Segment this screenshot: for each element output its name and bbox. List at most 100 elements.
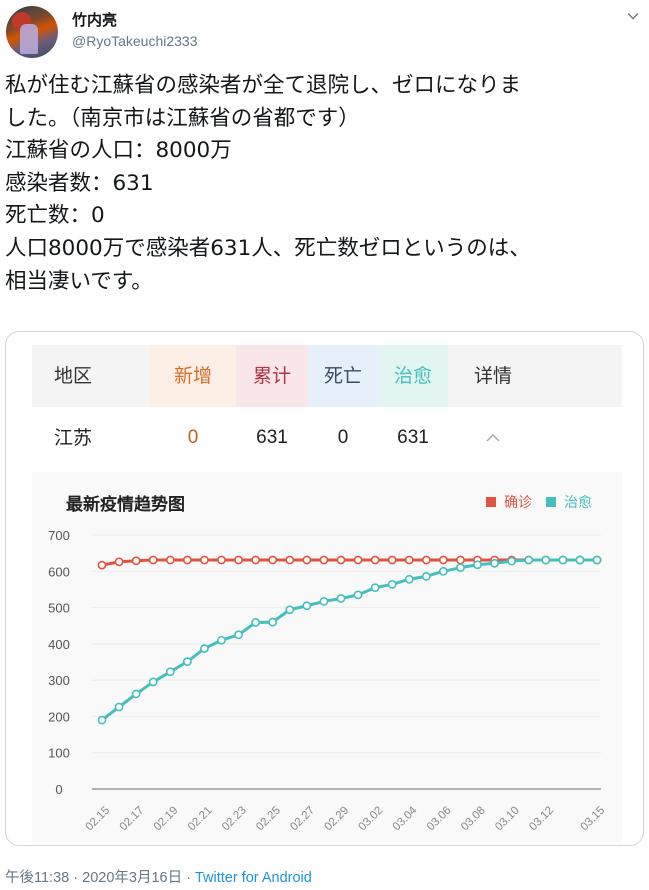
tweet-line: した。（南京市は江蘇省の省都です） (5, 105, 360, 131)
x-tick-label: 03.15 (578, 804, 607, 833)
data-point-confirmed (319, 555, 329, 565)
x-tick-label: 02.25 (254, 804, 283, 833)
tweet-line: 私が住む江蘇省の感染者が全て退院し、ゼロになりま (5, 73, 522, 98)
x-tick-label: 03.04 (391, 804, 420, 833)
data-point-confirmed (438, 555, 448, 565)
data-point-confirmed (456, 555, 465, 565)
data-point-confirmed (234, 555, 243, 565)
data-point-cured (353, 590, 363, 600)
data-point-confirmed (285, 555, 295, 565)
data-point-cured (200, 644, 209, 653)
header-details: 详情 (448, 345, 538, 407)
data-point-cured (421, 571, 431, 581)
y-tick-label: 200 (48, 709, 70, 724)
cell-total: 631 (256, 427, 288, 448)
data-point-confirmed (302, 555, 312, 565)
cell-deaths: 0 (337, 427, 349, 448)
data-point-confirmed (336, 555, 346, 565)
data-point-cured (302, 601, 312, 611)
data-point-cured (336, 594, 346, 603)
y-tick-label: 700 (48, 528, 70, 543)
data-point-confirmed (200, 555, 209, 565)
separator: · (73, 870, 79, 886)
data-point-confirmed (165, 555, 175, 565)
x-tick-label: 02.23 (220, 804, 249, 833)
chevron-down-icon[interactable] (625, 8, 641, 24)
collapse-toggle[interactable] (448, 412, 538, 464)
data-point-cured (524, 555, 534, 565)
table-header: 地区 新增 累计 死亡 治愈 详情 (32, 345, 622, 407)
data-point-cured (507, 556, 517, 566)
header-new: 新增 (150, 345, 236, 407)
data-point-confirmed (251, 555, 261, 565)
x-tick-label: 03.12 (527, 804, 556, 833)
data-point-cured (473, 560, 482, 570)
chevron-up-icon (486, 433, 500, 442)
x-tick-label: 03.10 (493, 804, 522, 833)
y-tick-label: 0 (55, 782, 62, 797)
data-point-confirmed (421, 555, 431, 565)
y-tick-label: 500 (48, 601, 70, 616)
data-point-cured (541, 555, 551, 565)
header-deaths: 死亡 (308, 345, 378, 407)
data-point-cured (387, 579, 397, 589)
chart-plot: 010020030040050060070002.15 02.17 02.19 02.… (48, 528, 607, 833)
x-tick-label: 02.21 (186, 804, 215, 833)
x-tick-label: 02.29 (322, 804, 351, 833)
separator: · (186, 870, 191, 886)
tweet-line: 感染者数：631 (5, 170, 154, 196)
tweet-date[interactable]: 2020年3月16日 (82, 870, 182, 886)
header-total: 累计 (236, 345, 308, 407)
cell-new: 0 (187, 427, 199, 448)
display-name[interactable]: 竹内亮 (72, 9, 117, 30)
tweet-line: 人口8000万で感染者631人、死亡数ゼロというのは、 (5, 235, 531, 261)
x-tick-label: 02.27 (288, 804, 317, 833)
x-tick-label: 03.06 (425, 804, 454, 833)
user-handle[interactable]: @RyoTakeuchi2333 (72, 33, 198, 49)
attached-image[interactable]: 地区 新增 累计 死亡 治愈 详情 江苏 0 631 0 631 最新疫情趋势图… (5, 331, 644, 846)
x-tick-label: 03.08 (459, 804, 488, 833)
data-point-cured (148, 677, 158, 687)
data-point-cured (182, 657, 192, 667)
data-point-confirmed (148, 555, 158, 565)
tweet-time[interactable]: 午後11:38 (5, 870, 69, 886)
data-point-cured (592, 555, 602, 565)
data-point-confirmed (353, 555, 363, 565)
avatar-figure (20, 24, 38, 54)
x-tick-label: 02.15 (83, 804, 112, 833)
data-point-cured (558, 555, 568, 565)
cell-cured: 631 (397, 427, 429, 448)
data-point-cured (285, 605, 295, 615)
data-point-cured (217, 635, 226, 645)
data-point-confirmed (387, 555, 397, 565)
tweet-line: 相当凄いです。 (5, 268, 153, 294)
data-point-confirmed (268, 555, 278, 565)
y-tick-label: 100 (48, 746, 70, 761)
data-point-cured (370, 583, 380, 593)
source-link[interactable]: Twitter for Android (195, 870, 312, 886)
trend-chart: 最新疫情趋势图 确诊 治愈 0 100 200 300 400 500 600 700 02.1… (32, 472, 622, 842)
y-tick-label: 300 (48, 673, 70, 688)
data-point-cured (97, 715, 107, 725)
series-line-cured (101, 558, 597, 722)
data-point-confirmed (370, 555, 380, 565)
data-point-confirmed (404, 555, 414, 565)
tweet-footer: 午後11:38 · 2020年3月16日 · Twitter for Andro… (5, 866, 312, 887)
data-point-cured (165, 667, 175, 677)
x-tick-label: 02.17 (118, 804, 147, 833)
data-point-confirmed (97, 560, 107, 570)
x-tick-label: 03.02 (357, 804, 386, 833)
cell-region: 江苏 (54, 427, 93, 449)
data-point-confirmed (114, 557, 124, 567)
table-row: 江苏 0 631 0 631 (32, 412, 622, 464)
y-tick-label: 600 (48, 564, 70, 579)
data-point-cured (456, 563, 465, 573)
data-point-cured (404, 574, 414, 584)
data-point-cured (131, 689, 141, 699)
data-point-cured (268, 617, 278, 627)
avatar[interactable] (6, 6, 58, 58)
data-point-cured (490, 558, 499, 568)
data-point-confirmed (182, 555, 192, 565)
tweet-line: 江蘇省の人口：8000万 (5, 138, 232, 164)
tweet-text: 私が住む江蘇省の感染者が全て退院し、ゼロになりま した。（南京市は江蘇省の省都で… (5, 70, 645, 298)
